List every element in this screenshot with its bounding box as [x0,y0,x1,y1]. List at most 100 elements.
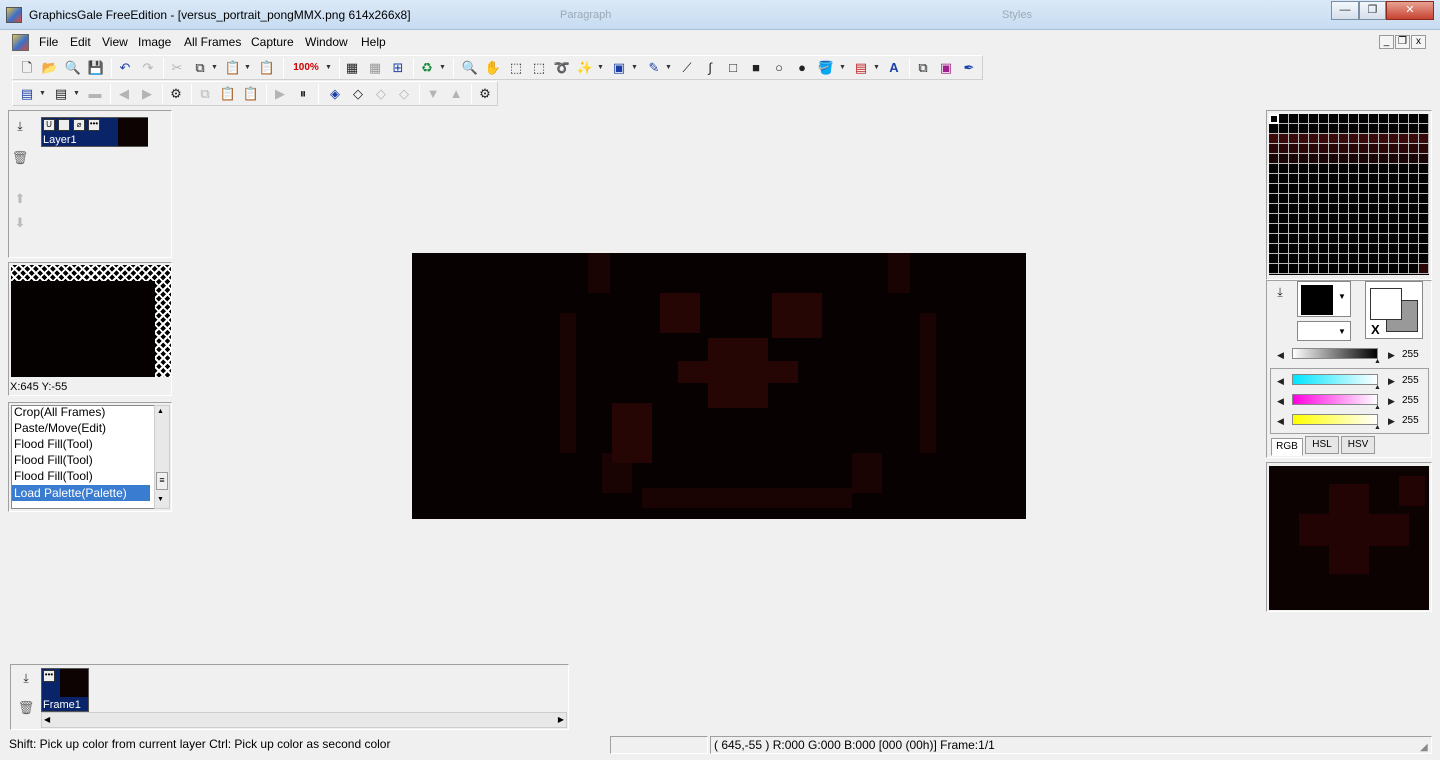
history-item[interactable]: Crop(All Frames) [14,405,105,419]
palette-cell[interactable] [1359,194,1369,204]
animation-icon[interactable]: ♻ [418,59,436,77]
palette-cell[interactable] [1319,184,1329,194]
palette-cell[interactable] [1369,234,1379,244]
palette-cell[interactable] [1359,244,1369,254]
palette-cell[interactable] [1359,264,1369,274]
palette-cell[interactable] [1339,204,1349,214]
palette-cell[interactable] [1339,124,1349,134]
palette-cell[interactable] [1299,124,1309,134]
foreground-color-swatch[interactable] [1370,288,1402,320]
primary-color-combo[interactable]: ▼ [1297,281,1351,317]
palette-cell[interactable] [1389,204,1399,214]
palette-cell[interactable] [1399,194,1409,204]
palette-cell[interactable] [1289,184,1299,194]
frame-options-icon[interactable]: ••• [43,670,55,682]
palette-cell[interactable] [1329,154,1339,164]
pixel-grid-icon[interactable]: ▦ [366,59,384,77]
palette-cell[interactable] [1339,214,1349,224]
palette-cell[interactable] [1359,164,1369,174]
mdi-close-button[interactable]: x [1411,35,1426,49]
palette-cell[interactable] [1369,254,1379,264]
palette-cell[interactable] [1369,264,1379,274]
palette-cell[interactable] [1389,214,1399,224]
palette-cell[interactable] [1409,254,1419,264]
palette-cell[interactable] [1269,124,1279,134]
palette-cell[interactable] [1299,254,1309,264]
lasso-icon[interactable]: ➰ [553,59,571,77]
yellow-slider-thumb-icon[interactable]: ▲ [1374,424,1381,431]
palette-cell[interactable] [1279,124,1289,134]
palette-cell[interactable] [1399,114,1409,124]
gray-slider[interactable] [1292,348,1378,359]
palette-cell[interactable] [1279,214,1289,224]
palette-cell[interactable] [1349,134,1359,144]
palette-cell[interactable] [1329,254,1339,264]
palette-cell[interactable] [1279,224,1289,234]
palette-cell[interactable] [1379,194,1389,204]
palette-cell[interactable] [1409,234,1419,244]
free-select-icon[interactable]: ⬚ [530,59,548,77]
palette-cell[interactable] [1349,244,1359,254]
paste-special-icon[interactable]: 📋 [258,59,276,77]
palette-cell[interactable] [1309,114,1319,124]
palette-cell[interactable] [1319,114,1329,124]
palette-cell[interactable] [1399,154,1409,164]
palette-cell[interactable] [1399,124,1409,134]
palette-cell[interactable] [1359,184,1369,194]
color-swap-box[interactable]: X [1365,281,1423,339]
tab-rgb[interactable]: RGB [1271,438,1303,456]
fill-dropdown-icon[interactable]: ▼ [839,59,846,77]
mdi-minimize-button[interactable]: _ [1379,35,1394,49]
palette-cell[interactable] [1299,154,1309,164]
palette-cell[interactable] [1329,124,1339,134]
rectangle-icon[interactable]: □ [724,59,742,77]
secondary-color-dropdown-icon[interactable]: ▼ [1338,327,1346,336]
brush-dropdown-icon[interactable]: ▼ [665,59,672,77]
palette-cell[interactable] [1379,114,1389,124]
image-canvas[interactable] [412,253,1026,519]
palette-cell[interactable] [1339,114,1349,124]
palette-cell[interactable] [1309,204,1319,214]
wand-dropdown-icon[interactable]: ▼ [597,59,604,77]
frame-item[interactable]: ••• Frame1 [41,668,89,712]
palette-cell[interactable] [1349,204,1359,214]
next-frame-icon[interactable]: ▶ [138,85,156,103]
layer-up-icon[interactable]: ⬆ [11,190,29,208]
palette-cell[interactable] [1339,164,1349,174]
palette-cell[interactable] [1269,164,1279,174]
palette-cell[interactable] [1279,164,1289,174]
palette-cell[interactable] [1339,254,1349,264]
palette-cell[interactable] [1349,164,1359,174]
palette-cell[interactable] [1299,244,1309,254]
paste-frames-icon[interactable]: 📋 [242,85,260,103]
palette-cell[interactable] [1309,154,1319,164]
palette-cell[interactable] [1379,184,1389,194]
palette-cell[interactable] [1329,214,1339,224]
palette-cell[interactable] [1339,194,1349,204]
cyan-slider[interactable] [1292,374,1378,385]
palette-cell[interactable] [1319,224,1329,234]
palette-cell[interactable] [1339,244,1349,254]
palette-cell[interactable] [1309,254,1319,264]
gradient-icon[interactable]: ▤ [852,59,870,77]
filled-rectangle-icon[interactable]: ■ [747,59,765,77]
frames-scroll-right-icon[interactable]: ▶ [558,715,564,724]
palette-cell[interactable] [1319,154,1329,164]
palette-cell[interactable] [1349,254,1359,264]
frame-trash-icon[interactable]: 🗑 [17,699,35,717]
palette-cell[interactable] [1399,184,1409,194]
palette-cell[interactable] [1419,154,1429,164]
palette-cell[interactable] [1369,224,1379,234]
palette-cell[interactable] [1269,214,1279,224]
palette-cell[interactable] [1359,174,1369,184]
palette-cell[interactable] [1379,204,1389,214]
history-item[interactable]: Flood Fill(Tool) [14,469,93,483]
palette-cell[interactable] [1409,174,1419,184]
palette-cell[interactable] [1409,114,1419,124]
palette-cell[interactable] [1309,244,1319,254]
palette-cell[interactable] [1329,224,1339,234]
palette-cell[interactable] [1369,144,1379,154]
palette-cell[interactable] [1339,184,1349,194]
palette-cell[interactable] [1269,154,1279,164]
palette-cell[interactable] [1409,124,1419,134]
